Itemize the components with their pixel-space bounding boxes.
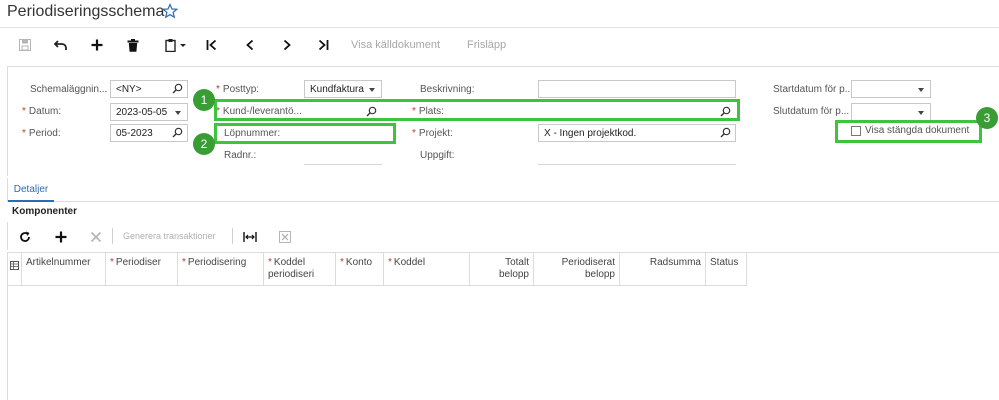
chevron-down-icon[interactable] [918, 88, 924, 92]
post-type-label: * Posttyp: [216, 84, 260, 95]
show-source-document-button[interactable]: Visa källdokument [351, 39, 440, 51]
callout-badge-1: 1 [193, 89, 215, 111]
title-bar: Periodiseringsschema [0, 0, 999, 28]
callout-badge-2: 2 [193, 133, 215, 155]
components-grid: Artikelnummer * Periodiser * Periodisering… [7, 252, 999, 400]
next-record-icon[interactable] [280, 36, 294, 54]
project-input[interactable]: X - Ingen projektkod. [538, 124, 736, 142]
add-icon[interactable] [90, 36, 104, 54]
delete-row-icon[interactable] [89, 228, 103, 246]
grid-settings-icon[interactable] [10, 261, 19, 270]
delete-icon[interactable] [126, 36, 140, 54]
refresh-icon[interactable] [18, 228, 32, 246]
schedule-value: <NY> [116, 84, 142, 95]
schedule-input[interactable]: <NY> [110, 80, 188, 98]
search-icon[interactable] [720, 127, 731, 138]
column-header-deferral-subaccount[interactable]: * Koddel periodiseri [264, 253, 336, 286]
start-date-label: Startdatum för p... [773, 84, 854, 95]
schedule-label: Schemaläggnin... [30, 84, 108, 95]
date-input[interactable]: 2023-05-05 [110, 103, 188, 121]
document-summary-form: Schemaläggnin... <NY> * Datum: 2023-05-05… [7, 66, 999, 176]
description-input[interactable] [538, 80, 736, 98]
column-header-total-amount[interactable]: Totalt belopp [470, 253, 534, 286]
project-value: X - Ingen projektkod. [544, 128, 637, 139]
period-input[interactable]: 05-2023 [110, 124, 188, 142]
post-type-value: Kundfaktura [310, 84, 364, 95]
end-date-input[interactable] [851, 103, 931, 121]
chevron-down-icon[interactable] [918, 111, 924, 115]
column-header-status[interactable]: Status [706, 253, 747, 286]
components-toolbar: Generera transaktioner [7, 222, 999, 250]
date-label: * Datum: [22, 106, 62, 117]
tab-details[interactable]: Detaljer [8, 178, 54, 202]
chevron-down-icon[interactable] [175, 111, 181, 115]
favorite-star-icon[interactable] [162, 3, 178, 19]
end-date-label: Slutdatum för p... [773, 106, 850, 117]
release-button[interactable]: Frisläpp [467, 39, 506, 51]
grid-settings-column[interactable] [8, 253, 22, 286]
line-number-field [304, 164, 382, 165]
column-header-deferral-code[interactable]: * Periodiser [106, 253, 178, 286]
column-header-deferral-method[interactable]: * Periodisering [178, 253, 264, 286]
tab-bar: Detaljer [7, 178, 999, 202]
period-value: 05-2023 [116, 128, 153, 139]
add-row-icon[interactable] [54, 228, 68, 246]
last-record-icon[interactable] [316, 36, 330, 54]
post-type-select[interactable]: Kundfaktura [304, 80, 382, 98]
column-header-line-total[interactable]: Radsumma [620, 253, 706, 286]
toolbar-separator [112, 228, 113, 244]
toolbar-separator [232, 228, 233, 244]
highlight-box-2 [214, 123, 396, 144]
line-number-label: Radnr.: [224, 150, 257, 161]
first-record-icon[interactable] [205, 36, 219, 54]
column-header-account[interactable]: * Konto [336, 253, 384, 286]
previous-record-icon[interactable] [243, 36, 257, 54]
column-header-item-number[interactable]: Artikelnummer [22, 253, 106, 286]
page-title: Periodiseringsschema [7, 3, 165, 20]
chevron-down-icon[interactable] [369, 88, 375, 92]
generate-transactions-button[interactable]: Generera transaktioner [123, 231, 216, 241]
callout-badge-3: 3 [976, 107, 998, 129]
column-header-subaccount[interactable]: * Koddel [384, 253, 470, 286]
highlight-box-3 [835, 120, 982, 143]
components-title: Komponenter [12, 206, 77, 217]
save-icon[interactable] [18, 36, 32, 54]
description-label: Beskrivning: [420, 84, 475, 95]
search-icon[interactable] [172, 127, 183, 138]
fit-columns-icon[interactable] [242, 228, 258, 246]
start-date-input[interactable] [851, 80, 931, 98]
project-label: * Projekt: [412, 128, 453, 139]
date-value: 2023-05-05 [116, 107, 168, 118]
undo-icon[interactable] [53, 36, 69, 54]
copy-paste-dropdown-icon[interactable] [164, 36, 188, 54]
task-label: Uppgift: [420, 150, 455, 161]
highlight-box-1 [214, 99, 740, 121]
period-label: * Period: [22, 128, 61, 139]
task-field [538, 164, 736, 165]
column-header-deferred-amount[interactable]: Periodiserat belopp [534, 253, 620, 286]
search-icon[interactable] [172, 83, 183, 94]
main-toolbar: Visa källdokument Frisläpp [0, 30, 999, 62]
export-excel-icon[interactable] [278, 228, 292, 246]
